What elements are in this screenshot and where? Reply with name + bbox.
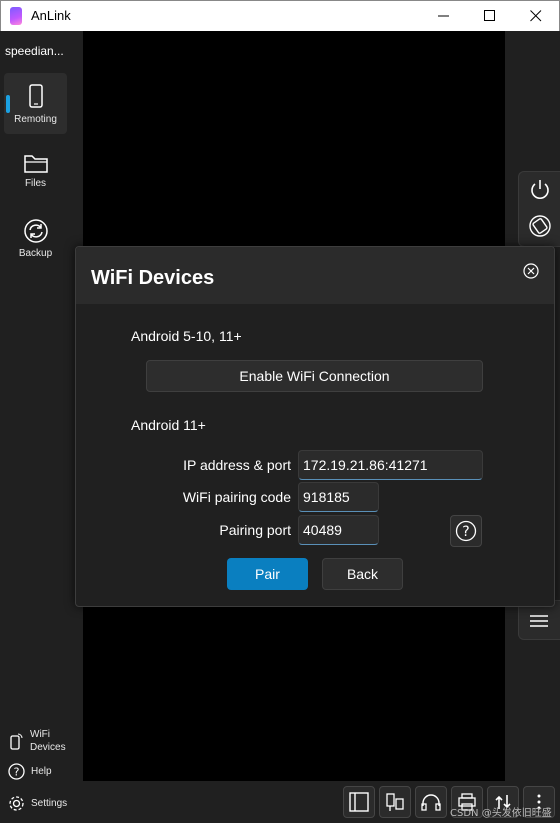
wifi-devices-dialog: WiFi Devices Android 5-10, 11+ Enable Wi…	[75, 246, 555, 607]
menu-button[interactable]	[529, 611, 551, 631]
close-button[interactable]	[513, 1, 559, 31]
maximize-icon	[484, 10, 495, 21]
help-icon: ?	[455, 520, 477, 542]
pairing-help-button[interactable]: ?	[450, 515, 482, 547]
rotate-icon	[529, 215, 551, 237]
active-indicator	[6, 95, 10, 113]
close-icon	[530, 10, 542, 22]
rotate-button[interactable]	[528, 214, 552, 238]
maximize-button[interactable]	[467, 1, 513, 31]
phone-icon	[28, 84, 43, 108]
sidebar-item-label: Settings	[31, 798, 68, 809]
sidebar-item-label: Help	[31, 766, 52, 777]
sidebar-item-label: Backup	[18, 248, 53, 259]
sidebar-item-label: WiFi Devices	[30, 729, 66, 753]
title-bar: AnLink	[0, 0, 560, 31]
phone-wifi-icon	[10, 733, 23, 750]
sidebar-item-remoting[interactable]: Remoting	[4, 73, 67, 134]
ip-address-label: IP address & port	[183, 457, 291, 473]
power-button[interactable]	[528, 178, 552, 202]
app-logo-icon	[10, 7, 22, 25]
dialog-title: WiFi Devices	[91, 267, 215, 289]
audio-button[interactable]	[415, 786, 447, 818]
menu-icon	[530, 615, 548, 627]
enable-wifi-button[interactable]: Enable WiFi Connection	[146, 360, 483, 392]
sidebar-item-label: Files	[24, 178, 47, 189]
sidebar-item-help[interactable]: ? Help	[8, 763, 52, 780]
headphones-icon	[421, 794, 441, 811]
minimize-button[interactable]	[421, 1, 467, 31]
back-button[interactable]: Back	[322, 558, 403, 590]
ip-address-input[interactable]: 172.19.21.86:41271	[298, 450, 483, 480]
window-title: AnLink	[31, 8, 71, 23]
window-mode-button[interactable]	[343, 786, 375, 818]
close-circle-icon	[523, 263, 539, 279]
device-name[interactable]: speedian...	[5, 44, 64, 58]
dialog-close-button[interactable]	[523, 263, 539, 279]
pairing-code-input[interactable]: 918185	[298, 482, 379, 512]
usb-button[interactable]	[379, 786, 411, 818]
window-icon	[349, 792, 369, 812]
usb-icon	[386, 793, 404, 811]
svg-text:?: ?	[462, 524, 469, 540]
section-android-5-11: Android 5-10, 11+	[131, 328, 242, 344]
power-icon	[531, 180, 549, 199]
pairing-code-label: WiFi pairing code	[182, 489, 291, 505]
sidebar-item-settings[interactable]: Settings	[8, 795, 67, 812]
sidebar-item-label: Remoting	[14, 114, 57, 125]
minimize-icon	[438, 15, 449, 17]
sidebar: speedian... Remoting Files Backup WiFi De…	[0, 31, 72, 823]
right-toolbar-top	[518, 171, 560, 247]
sidebar-item-backup[interactable]: Backup	[4, 207, 67, 268]
sync-icon	[23, 219, 48, 243]
gear-icon	[9, 796, 24, 811]
sidebar-item-files[interactable]: Files	[4, 141, 67, 202]
help-icon: ?	[8, 763, 25, 780]
watermark: CSDN @头发依旧旺盛	[450, 808, 552, 819]
folder-icon	[23, 155, 48, 173]
pairing-port-label: Pairing port	[219, 522, 291, 538]
pair-button[interactable]: Pair	[227, 558, 308, 590]
section-android-11: Android 11+	[131, 417, 206, 433]
svg-text:?: ?	[14, 766, 20, 779]
sidebar-item-wifi-devices[interactable]: WiFi Devices	[8, 728, 66, 754]
dialog-header: WiFi Devices	[76, 247, 554, 304]
pairing-port-input[interactable]: 40489	[298, 515, 379, 545]
